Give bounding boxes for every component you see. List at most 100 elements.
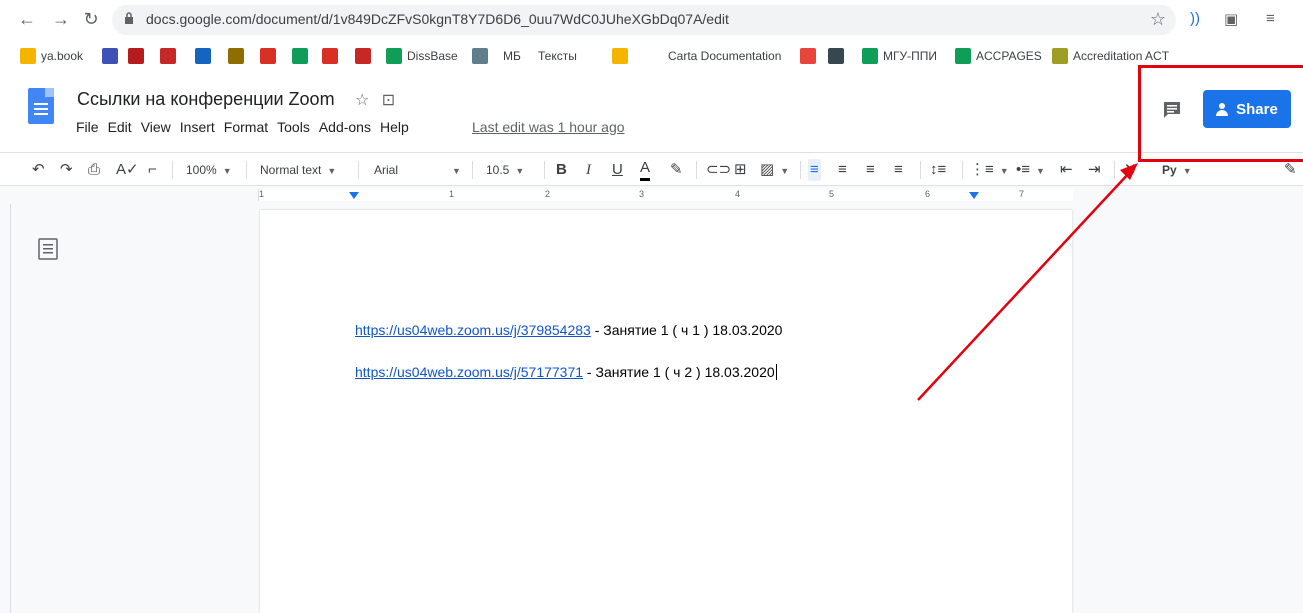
left-indent-marker[interactable]	[349, 192, 359, 199]
add-comment-icon[interactable]: ⊞	[734, 159, 747, 181]
lock-icon	[125, 12, 133, 24]
redo-icon[interactable]: ↷	[60, 159, 73, 181]
document-page[interactable]	[260, 210, 1072, 613]
bookmark-label: Accreditation ACT	[1073, 49, 1170, 63]
underline-button[interactable]: U	[612, 159, 623, 181]
highlight-icon[interactable]: ✎	[670, 159, 683, 181]
bookmark-favicon-icon	[195, 48, 211, 64]
align-right-icon[interactable]: ≡	[866, 159, 875, 181]
bookmark-star-icon[interactable]: ☆	[1150, 9, 1166, 30]
document-title[interactable]: Ссылки на конференции Zoom	[77, 89, 335, 110]
bookmark-favicon-icon	[386, 48, 402, 64]
menu-addons[interactable]: Add-ons	[319, 119, 371, 135]
address-bar[interactable]: docs.google.com/document/d/1v849DcZFvS0k…	[112, 5, 1176, 35]
bookmark-item[interactable]	[828, 46, 849, 66]
menu-format[interactable]: Format	[224, 119, 268, 135]
extension-menu-icon[interactable]: ≡	[1266, 10, 1275, 27]
insert-image-icon[interactable]: ▨ ▼	[760, 159, 789, 181]
style-select[interactable]: Normal text ▼	[260, 159, 336, 181]
editing-mode-icon[interactable]: ✎	[1284, 159, 1297, 181]
menu-file[interactable]: File	[76, 119, 99, 135]
menu-tools[interactable]: Tools	[277, 119, 310, 135]
justify-icon[interactable]: ≡	[894, 159, 903, 181]
numbered-list-icon[interactable]: ⋮≡ ▼	[970, 159, 1009, 181]
bookmark-item[interactable]	[160, 46, 181, 66]
bulleted-list-icon[interactable]: •≡ ▼	[1016, 159, 1045, 181]
reload-icon[interactable]: ↻	[80, 8, 102, 30]
document-outline-icon[interactable]	[38, 238, 58, 260]
bookmark-item[interactable]	[195, 46, 216, 66]
ruler-number: 4	[735, 189, 741, 199]
bookmark-favicon-icon	[800, 48, 816, 64]
zoom-link[interactable]: https://us04web.zoom.us/j/57177371	[355, 364, 583, 380]
bookmark-favicon-icon	[20, 48, 36, 64]
document-paragraph[interactable]: https://us04web.zoom.us/j/379854283 - За…	[355, 322, 782, 338]
bookmark-item[interactable]	[260, 46, 281, 66]
undo-icon[interactable]: ↶	[32, 159, 45, 181]
right-indent-marker[interactable]	[969, 192, 979, 199]
bookmark-label: Тексты	[538, 49, 577, 63]
zoom-select[interactable]: 100% ▼	[186, 159, 232, 181]
bookmark-item[interactable]	[292, 46, 313, 66]
bookmark-item[interactable]: Carta Documentation	[668, 46, 781, 66]
menu-help[interactable]: Help	[380, 119, 409, 135]
menu-bar: File Edit View Insert Format Tools Add-ons Help	[76, 119, 418, 135]
bookmark-item[interactable]	[228, 46, 249, 66]
spellcheck-icon[interactable]: A✓	[116, 159, 139, 181]
annotation-highlight-box	[1138, 65, 1303, 162]
align-center-icon[interactable]: ≡	[838, 159, 847, 181]
line-spacing-icon[interactable]: ↕≡	[930, 159, 946, 181]
font-size-select[interactable]: 10.5 ▼	[486, 159, 524, 181]
print-icon[interactable]: ⎙	[88, 159, 100, 181]
bookmark-item[interactable]	[322, 46, 343, 66]
bookmark-item[interactable]: ACCPAGES	[955, 46, 1042, 66]
bookmark-item[interactable]: DissBase	[386, 46, 458, 66]
input-tools-select[interactable]: Ру ▼	[1162, 159, 1192, 181]
link-icon[interactable]: ⊂⊃	[706, 159, 731, 181]
bookmark-label: ACCPAGES	[976, 49, 1042, 63]
input-tools-value: Ру	[1162, 163, 1177, 177]
bookmark-favicon-icon	[355, 48, 371, 64]
paragraph-text: - Занятие 1 ( ч 2 ) 18.03.2020	[583, 364, 775, 380]
bookmark-item[interactable]: МБ	[503, 46, 521, 66]
bold-button[interactable]: B	[556, 159, 567, 181]
font-select[interactable]: Arial ▼	[374, 159, 461, 181]
italic-button[interactable]: I	[586, 159, 591, 181]
move-to-folder-icon[interactable]: ⊡	[382, 92, 395, 109]
decrease-indent-icon[interactable]: ⇤	[1060, 159, 1073, 181]
bookmark-item[interactable]	[355, 46, 376, 66]
clear-formatting-icon[interactable]: ✕	[1124, 159, 1137, 181]
back-icon[interactable]: ←	[16, 8, 38, 30]
bookmark-favicon-icon	[292, 48, 308, 64]
forward-icon[interactable]: →	[50, 8, 72, 30]
menu-insert[interactable]: Insert	[180, 119, 215, 135]
bookmark-item[interactable]: Тексты	[538, 46, 577, 66]
bookmark-item[interactable]	[800, 46, 821, 66]
bookmark-favicon-icon	[322, 48, 338, 64]
menu-view[interactable]: View	[141, 119, 171, 135]
last-edit-link[interactable]: Last edit was 1 hour ago	[472, 119, 625, 135]
extension-voice-icon[interactable]: ))	[1190, 10, 1200, 27]
bookmark-item[interactable]	[472, 46, 493, 66]
bookmark-item[interactable]: Accreditation ACT	[1052, 46, 1169, 66]
paint-format-icon[interactable]: ⌐	[148, 159, 157, 181]
bookmark-item[interactable]: ya.book	[20, 46, 83, 66]
bookmark-item[interactable]: МГУ-ППИ	[862, 46, 937, 66]
bookmark-favicon-icon	[228, 48, 244, 64]
bookmark-item[interactable]	[128, 46, 149, 66]
star-icon[interactable]: ☆	[355, 92, 369, 109]
zoom-link[interactable]: https://us04web.zoom.us/j/379854283	[355, 322, 591, 338]
extension-cast-icon[interactable]: ▣	[1224, 10, 1238, 28]
align-left-icon[interactable]: ≡	[808, 159, 821, 181]
vertical-ruler	[10, 204, 11, 613]
menu-edit[interactable]: Edit	[108, 119, 132, 135]
text-color-button[interactable]: A	[640, 159, 651, 181]
bookmark-item[interactable]	[612, 46, 633, 66]
increase-indent-icon[interactable]: ⇥	[1088, 159, 1101, 181]
bookmark-label: МБ	[503, 49, 521, 63]
bookmark-item[interactable]	[102, 46, 123, 66]
docs-logo-icon[interactable]	[28, 88, 54, 124]
document-paragraph[interactable]: https://us04web.zoom.us/j/57177371 - Зан…	[355, 364, 777, 380]
bookmark-favicon-icon	[828, 48, 844, 64]
ruler-number: 1	[259, 189, 265, 199]
